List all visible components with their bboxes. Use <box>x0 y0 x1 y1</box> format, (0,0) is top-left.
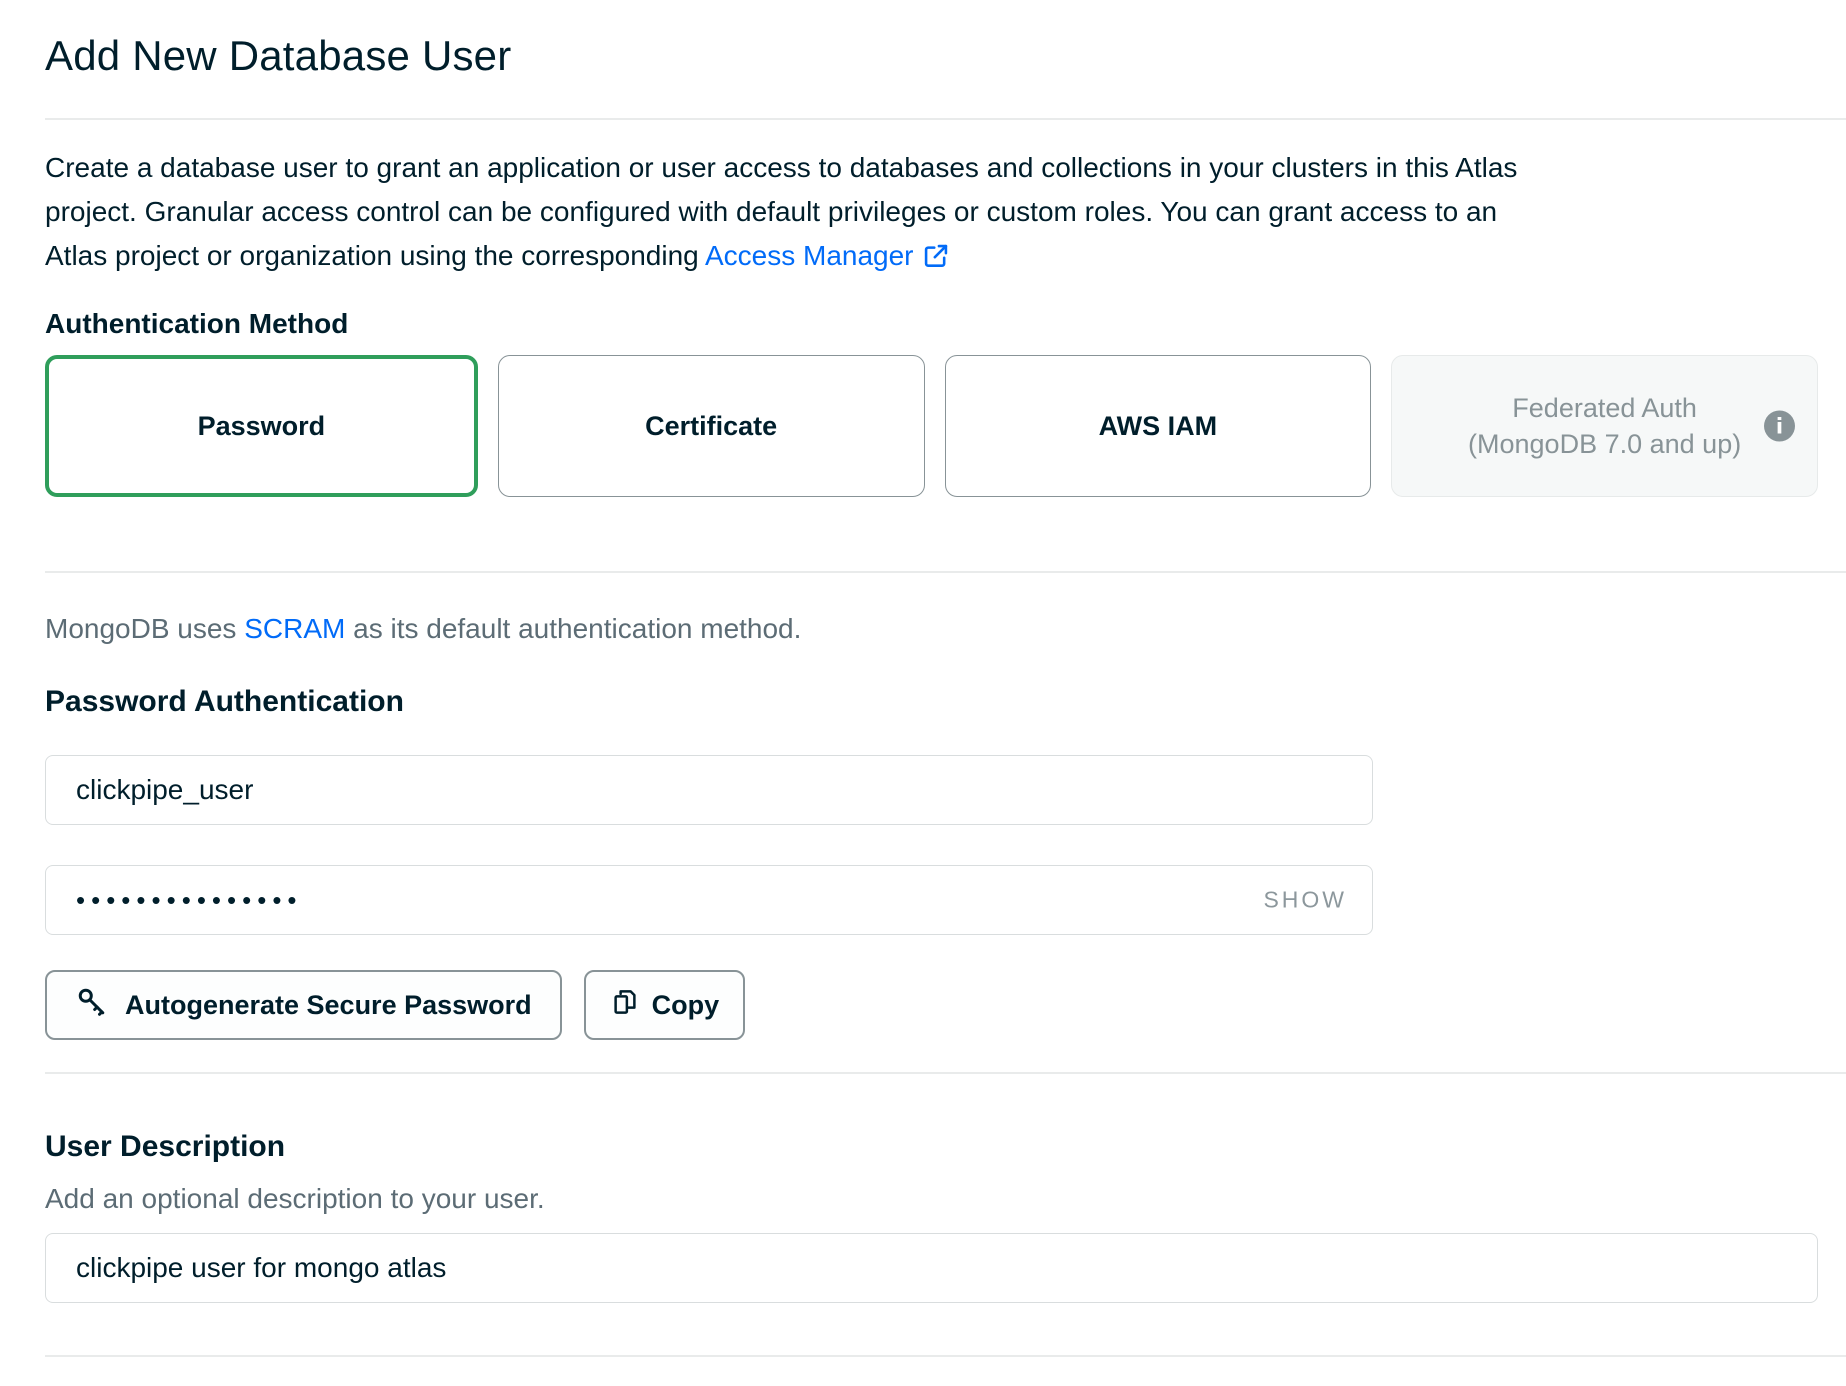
user-description-helper: Add an optional description to your user… <box>45 1182 1818 1216</box>
page-title: Add New Database User <box>45 30 1818 82</box>
info-icon[interactable]: i <box>1764 411 1795 442</box>
auth-option-label: Federated Auth (MongoDB 7.0 and up) <box>1468 390 1741 462</box>
password-field-wrap: SHOW <box>45 865 1373 935</box>
scram-note: MongoDB uses SCRAM as its default authen… <box>45 611 1818 647</box>
auth-option-aws-iam[interactable]: AWS IAM <box>945 355 1372 497</box>
auth-option-federated-auth: Federated Auth (MongoDB 7.0 and up) i <box>1391 355 1818 497</box>
auth-option-label: Certificate <box>645 411 777 442</box>
username-input[interactable] <box>45 755 1373 825</box>
key-icon <box>75 985 109 1026</box>
password-input[interactable] <box>45 865 1373 935</box>
scram-link[interactable]: SCRAM <box>244 613 345 644</box>
divider <box>45 571 1846 573</box>
autogenerate-password-button[interactable]: Autogenerate Secure Password <box>45 970 562 1040</box>
user-description-input[interactable] <box>45 1233 1818 1303</box>
autogenerate-password-label: Autogenerate Secure Password <box>125 990 532 1021</box>
show-password-button[interactable]: SHOW <box>1263 887 1347 914</box>
auth-option-label: Password <box>198 411 326 442</box>
divider <box>45 1072 1846 1074</box>
external-link-icon <box>922 239 950 283</box>
auth-option-certificate[interactable]: Certificate <box>498 355 925 497</box>
authentication-method-heading: Authentication Method <box>45 307 1818 341</box>
auth-option-label: AWS IAM <box>1099 411 1218 442</box>
password-actions: Autogenerate Secure Password Copy <box>45 970 1818 1040</box>
divider <box>45 1355 1846 1357</box>
intro-paragraph: Create a database user to grant an appli… <box>45 146 1537 283</box>
password-authentication-heading: Password Authentication <box>45 683 1818 721</box>
divider <box>45 118 1846 120</box>
add-database-user-form: Add New Database User Create a database … <box>0 30 1846 1357</box>
auth-method-options: Password Certificate AWS IAM Federated A… <box>45 355 1818 497</box>
access-manager-link[interactable]: Access Manager <box>705 240 914 271</box>
copy-password-button[interactable]: Copy <box>584 970 746 1040</box>
copy-label: Copy <box>652 990 720 1021</box>
copy-icon <box>610 987 640 1024</box>
auth-option-password[interactable]: Password <box>45 355 478 497</box>
user-description-heading: User Description <box>45 1128 1818 1166</box>
